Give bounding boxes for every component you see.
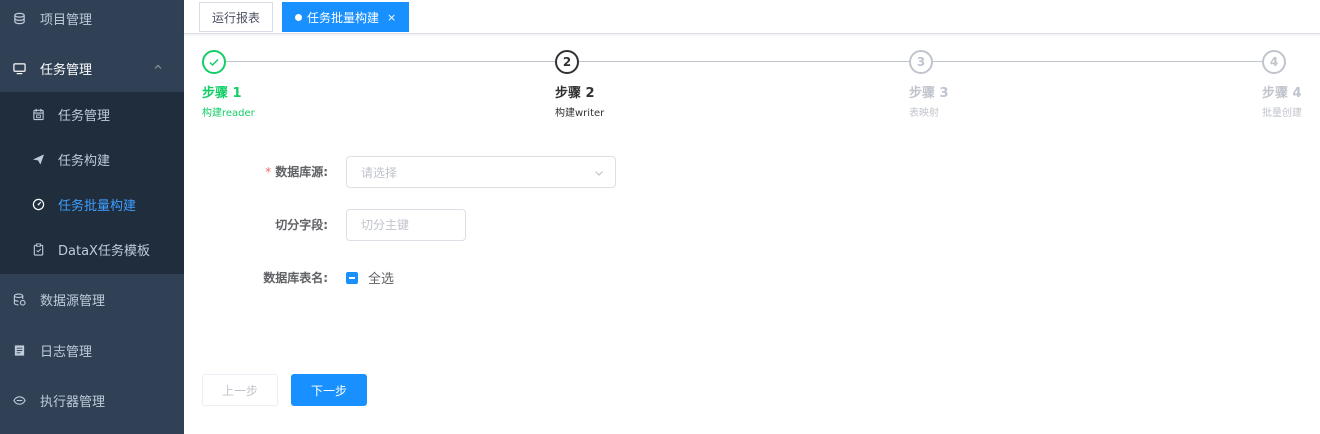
datasource-select[interactable]: 请选择	[346, 156, 616, 188]
document-icon	[12, 343, 26, 357]
split-field-label: 切分字段:	[275, 218, 328, 232]
clipboard-icon	[31, 243, 45, 257]
close-icon[interactable]: ×	[387, 11, 396, 24]
sidebar-item-label: 日志管理	[40, 344, 93, 360]
tab-label: 任务批量构建	[307, 10, 380, 25]
sidebar-subitem-task-build[interactable]: 任务构建	[0, 137, 184, 182]
dashboard-icon	[31, 198, 45, 212]
select-all-label: 全选	[368, 272, 395, 287]
step-4-desc: 批量创建	[1262, 108, 1302, 119]
datasource-label-text: 数据库源:	[275, 165, 328, 179]
database-stack-icon	[12, 292, 26, 306]
executor-icon	[12, 393, 26, 407]
step-2-number: 2	[555, 50, 579, 74]
sidebar-item-executors[interactable]: 执行器管理	[0, 375, 184, 425]
tab-task-batch-build[interactable]: 任务批量构建 ×	[282, 2, 410, 32]
calendar-icon	[31, 108, 45, 122]
sidebar-item-label: 任务管理	[40, 62, 93, 78]
steps: 步骤 1 构建reader 2 步骤 2 构建writer 3 步骤 3 表映射…	[202, 50, 1310, 130]
datasource-select-placeholder: 请选择	[361, 165, 398, 180]
sidebar-subitem-label: 任务管理	[58, 109, 111, 124]
prev-step-button[interactable]: 上一步	[202, 374, 278, 406]
chevron-up-icon	[154, 64, 162, 69]
paper-plane-icon	[31, 153, 45, 167]
sidebar-subitem-label: DataX任务模板	[58, 244, 150, 259]
sidebar-subitem-label: 任务批量构建	[58, 199, 137, 214]
step-3-desc: 表映射	[909, 108, 939, 119]
monitor-icon	[12, 61, 26, 75]
tabs-bar: 运行报表 任务批量构建 ×	[184, 0, 1320, 34]
select-all-checkbox[interactable]: 全选	[346, 268, 394, 287]
step-connector	[579, 61, 909, 62]
sidebar-item-projects[interactable]: 项目管理	[0, 0, 184, 43]
table-names-label: 数据库表名:	[263, 271, 328, 285]
sidebar-item-datasource[interactable]: 数据源管理	[0, 274, 184, 324]
step-1-check-icon	[202, 50, 226, 74]
step-3-number: 3	[909, 50, 933, 74]
tab-run-report[interactable]: 运行报表	[199, 2, 274, 32]
sidebar-item-label: 项目管理	[40, 12, 93, 28]
step-2-title: 步骤 2	[555, 86, 595, 101]
checkbox-indeterminate-icon[interactable]	[346, 271, 358, 284]
sidebar-subitem-label: 任务构建	[58, 154, 111, 169]
sidebar-item-logs[interactable]: 日志管理	[0, 325, 184, 375]
chevron-down-icon	[595, 171, 603, 176]
step-connector	[226, 61, 555, 62]
step-4-title: 步骤 4	[1262, 86, 1302, 101]
tab-label: 运行报表	[212, 10, 261, 25]
sidebar-subitem-task-batch-build[interactable]: 任务批量构建	[0, 182, 184, 227]
required-mark: *	[265, 165, 272, 179]
split-field-input[interactable]	[346, 209, 466, 241]
datasource-label: * 数据库源:	[240, 163, 328, 180]
step-1-desc: 构建reader	[202, 108, 255, 119]
sidebar-submenu-tasks: 任务管理 任务构建 任务批量构建 DataX任务模板	[0, 92, 184, 274]
database-icon	[12, 11, 26, 25]
sidebar: 项目管理 任务管理 任务管理 任务构建 任务批量构建 DataX任务模板 数据源…	[0, 0, 184, 434]
sidebar-item-label: 执行器管理	[40, 394, 106, 410]
sidebar-item-tasks[interactable]: 任务管理	[0, 43, 184, 93]
next-step-button[interactable]: 下一步	[291, 374, 367, 406]
step-1-title: 步骤 1	[202, 86, 242, 101]
active-dot-icon	[295, 13, 302, 21]
step-2-desc: 构建writer	[555, 108, 605, 119]
sidebar-subitem-datax-template[interactable]: DataX任务模板	[0, 227, 184, 272]
step-3-title: 步骤 3	[909, 86, 949, 101]
step-connector	[933, 61, 1262, 62]
step-4-number: 4	[1262, 50, 1286, 74]
sidebar-subitem-task-manage[interactable]: 任务管理	[0, 92, 184, 137]
sidebar-item-label: 数据源管理	[40, 293, 106, 309]
